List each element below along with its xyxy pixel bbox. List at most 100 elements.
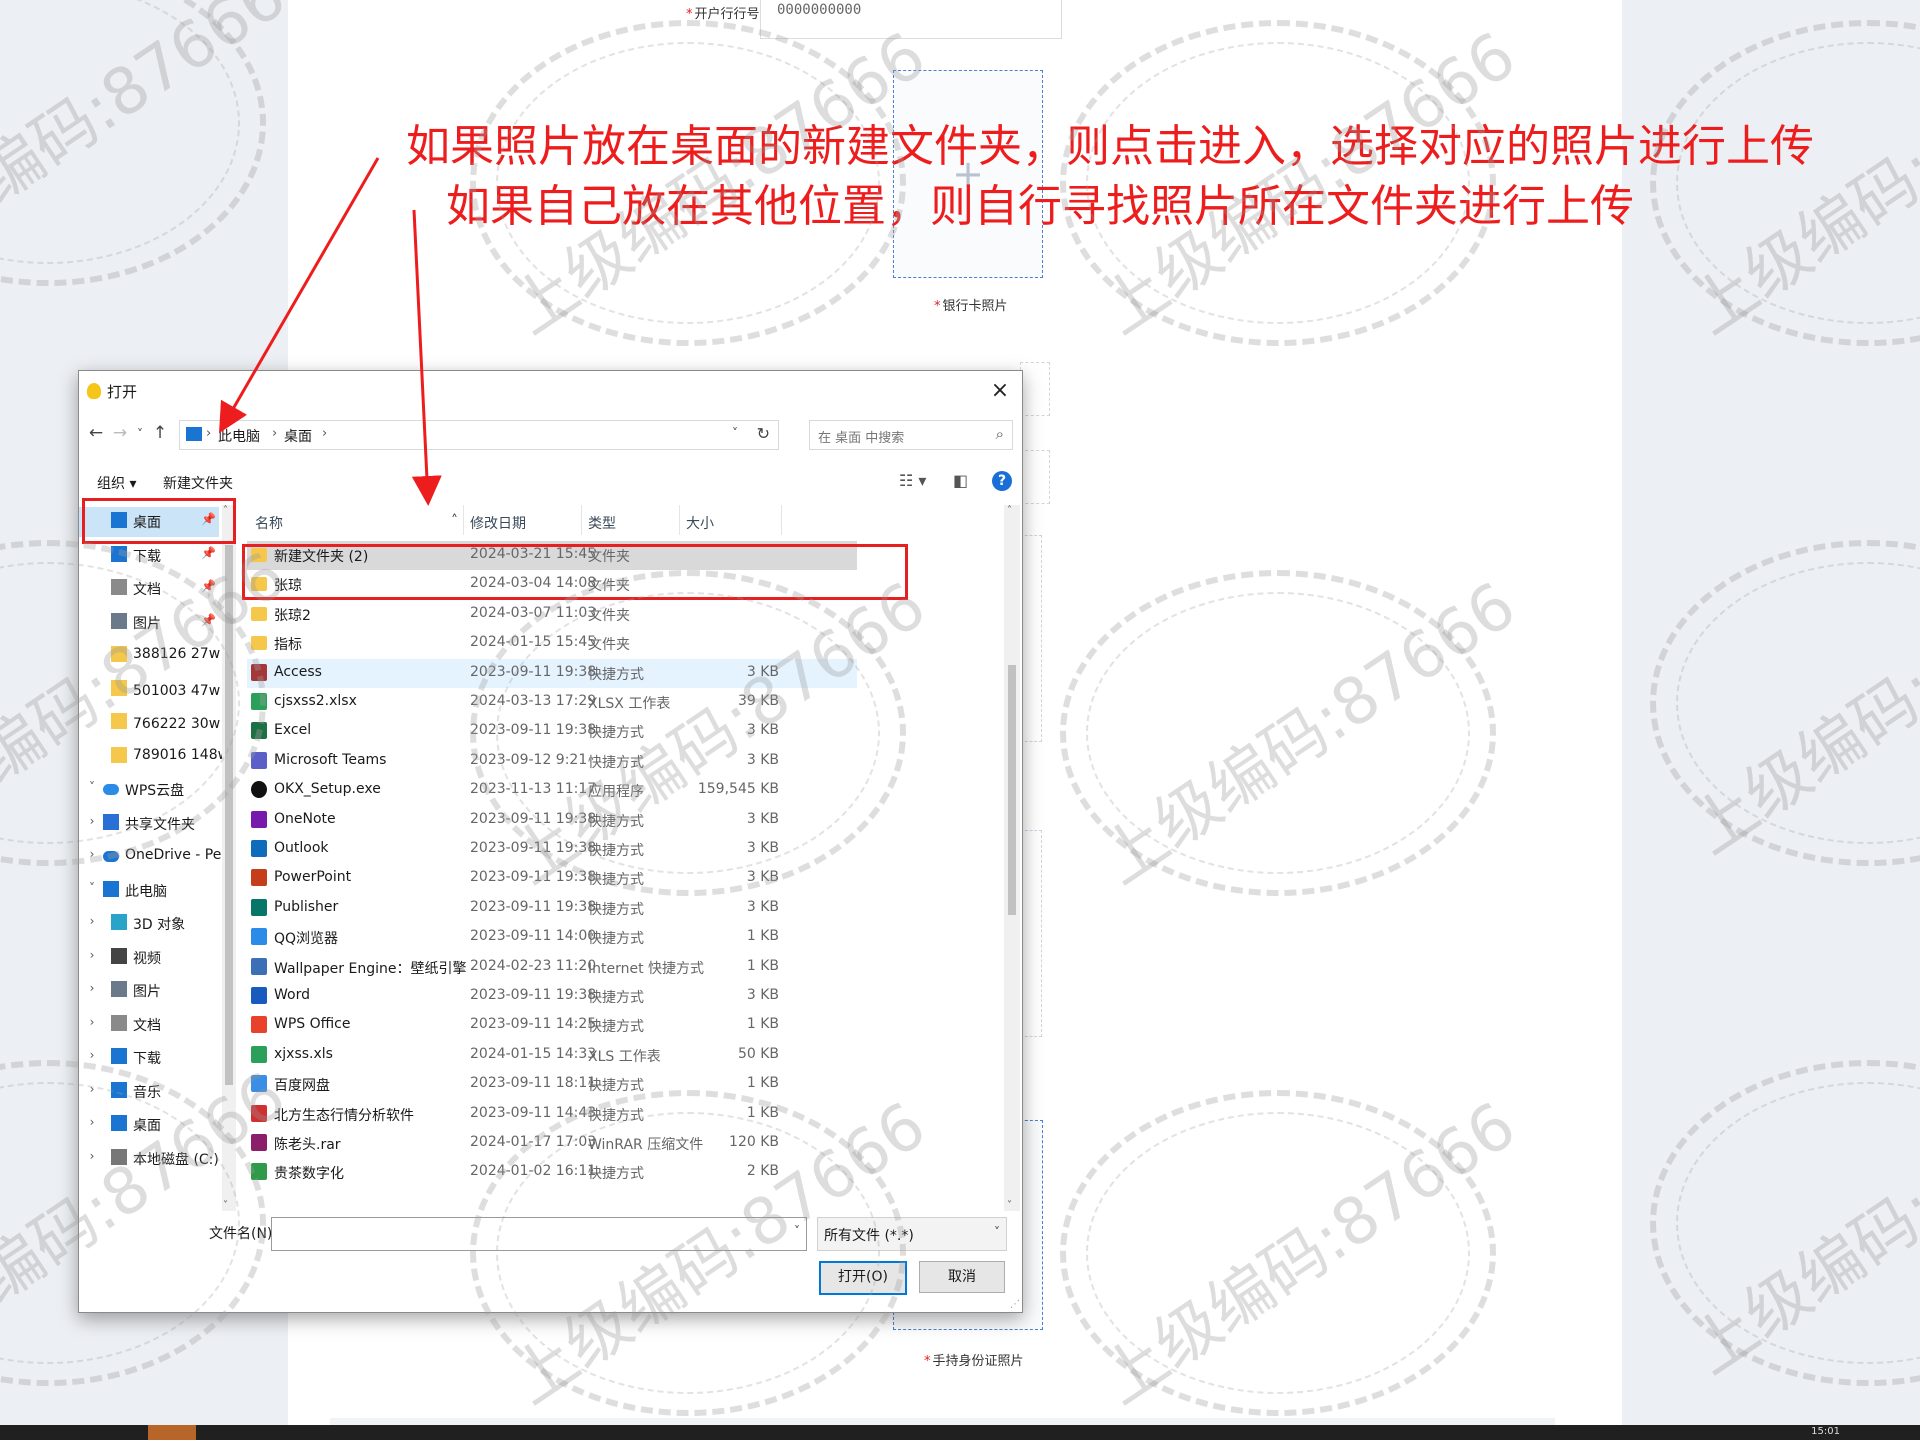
file-row[interactable]: Word 2023-09-11 19:38 快捷方式 3 KB bbox=[247, 982, 857, 1011]
file-name: 张琼2 bbox=[274, 607, 311, 624]
resize-grip-icon[interactable]: ⋰ bbox=[1010, 1299, 1020, 1310]
chevron-icon[interactable]: ˅ bbox=[85, 881, 99, 895]
organize-menu[interactable]: 组织 ▾ bbox=[97, 473, 136, 493]
column-type[interactable]: 类型 bbox=[588, 513, 616, 533]
file-name: Wallpaper Engine：壁纸引擎 bbox=[274, 960, 467, 977]
file-name: QQ浏览器 bbox=[274, 931, 339, 948]
nav-item[interactable]: 388126 27w 1 bbox=[79, 641, 224, 671]
chevron-icon[interactable]: › bbox=[85, 1115, 99, 1129]
chevron-icon[interactable]: › bbox=[85, 948, 99, 962]
file-row[interactable]: 指标 2024-01-15 15:45 文件夹 bbox=[247, 629, 857, 658]
cancel-button[interactable]: 取消 bbox=[919, 1261, 1005, 1293]
annotation-line-1: 如果照片放在桌面的新建文件夹，则点击进入，选择对应的照片进行上传 bbox=[406, 121, 1814, 172]
file-row[interactable]: QQ浏览器 2023-09-11 14:00 快捷方式 1 KB bbox=[247, 923, 857, 952]
file-type: 文件夹 bbox=[588, 607, 630, 624]
chevron-icon[interactable]: › bbox=[85, 814, 99, 828]
file-type-select[interactable]: 所有文件 (*.*) ˅ bbox=[817, 1217, 1007, 1251]
refresh-icon[interactable]: ↻ bbox=[757, 424, 770, 443]
nav-item[interactable]: 789016 148w E bbox=[79, 742, 224, 772]
nav-item[interactable]: 图片 📌 bbox=[79, 608, 219, 638]
nav-item[interactable]: › 共享文件夹 bbox=[79, 809, 219, 839]
file-row[interactable]: 张琼 2024-03-04 14:08 文件夹 bbox=[247, 570, 857, 599]
file-row[interactable]: Publisher 2023-09-11 19:38 快捷方式 3 KB bbox=[247, 894, 857, 923]
dialog-titlebar[interactable]: 打开 × bbox=[79, 371, 1022, 413]
nav-item[interactable]: 文档 📌 bbox=[79, 574, 219, 604]
filename-dropdown-icon[interactable]: ˅ bbox=[794, 1224, 800, 1238]
account-number-field[interactable]: 0000000000 bbox=[760, 0, 1062, 39]
file-row[interactable]: PowerPoint 2023-09-11 19:38 快捷方式 3 KB bbox=[247, 864, 857, 893]
file-row[interactable]: WPS Office 2023-09-11 14:25 快捷方式 1 KB bbox=[247, 1011, 857, 1040]
file-type: 快捷方式 bbox=[588, 1107, 644, 1124]
nav-item[interactable]: › OneDrive - Pers bbox=[79, 842, 224, 872]
file-row[interactable]: 新建文件夹 (2) 2024-03-21 15:45 文件夹 bbox=[247, 541, 857, 570]
column-name[interactable]: 名称 bbox=[255, 513, 283, 533]
video-icon bbox=[111, 947, 127, 964]
breadcrumb-this-pc[interactable]: 此电脑 bbox=[218, 426, 260, 446]
nav-item[interactable]: › 文档 bbox=[79, 1010, 219, 1040]
chevron-icon[interactable]: › bbox=[85, 1149, 99, 1163]
file-row[interactable]: Access 2023-09-11 19:38 快捷方式 3 KB bbox=[247, 658, 857, 688]
forward-arrow-icon[interactable]: → bbox=[109, 423, 131, 443]
open-button[interactable]: 打开(O) bbox=[819, 1261, 907, 1295]
file-row[interactable]: 北方生态行情分析软件 2023-09-11 14:43 快捷方式 1 KB bbox=[247, 1100, 857, 1129]
column-size[interactable]: 大小 bbox=[686, 513, 714, 533]
nav-item[interactable]: 下载 📌 bbox=[79, 541, 219, 571]
help-icon[interactable]: ? bbox=[992, 471, 1012, 491]
file-row[interactable]: OKX_Setup.exe 2023-11-13 11:17 应用程序 159,545… bbox=[247, 776, 857, 805]
breadcrumb-desktop[interactable]: 桌面 bbox=[284, 426, 312, 446]
file-row[interactable]: Excel 2023-09-11 19:38 快捷方式 3 KB bbox=[247, 717, 857, 746]
nav-item[interactable]: 766222 30w 已 bbox=[79, 708, 224, 738]
upload-box-edge bbox=[1020, 535, 1042, 742]
up-arrow-icon[interactable]: ↑ bbox=[149, 423, 171, 443]
nav-item[interactable]: › 下载 bbox=[79, 1043, 219, 1073]
file-list-scrollbar[interactable]: ˄ ˅ bbox=[1004, 505, 1020, 1211]
file-row[interactable]: cjsxss2.xlsx 2024-03-13 17:29 XLSX 工作表 39 K… bbox=[247, 688, 857, 717]
address-bar[interactable]: › 此电脑 › 桌面 › ˅ ↻ bbox=[179, 420, 779, 450]
nav-item[interactable]: › 本地磁盘 (C:) bbox=[79, 1144, 219, 1174]
search-input[interactable]: 在 桌面 中搜索 ⌕ bbox=[809, 420, 1013, 450]
address-dropdown-icon[interactable]: ˅ bbox=[732, 426, 738, 440]
watermark-text: 上级编码:87666 bbox=[1088, 1088, 1529, 1420]
nav-item[interactable]: ˅ WPS云盘 bbox=[79, 775, 219, 805]
chevron-icon[interactable]: ˅ bbox=[85, 780, 99, 794]
pin-icon[interactable]: 📌 bbox=[201, 613, 216, 627]
nav-item[interactable]: › 3D 对象 bbox=[79, 909, 219, 939]
column-date[interactable]: 修改日期 bbox=[470, 513, 526, 533]
pin-icon[interactable]: 📌 bbox=[201, 512, 216, 526]
nav-item-label: 此电脑 bbox=[125, 883, 167, 900]
app-shortcut-icon bbox=[251, 1163, 267, 1181]
preview-pane-icon[interactable]: ◧ bbox=[953, 471, 968, 490]
chevron-icon[interactable]: › bbox=[85, 981, 99, 995]
nav-pane-scrollbar[interactable]: ˄ ˅ bbox=[222, 505, 236, 1211]
back-arrow-icon[interactable]: ← bbox=[85, 423, 107, 443]
file-row[interactable]: 百度网盘 2023-09-11 18:11 快捷方式 1 KB bbox=[247, 1070, 857, 1099]
file-row[interactable]: Outlook 2023-09-11 19:38 快捷方式 3 KB bbox=[247, 835, 857, 864]
file-row[interactable]: Microsoft Teams 2023-09-12 9:21 快捷方式 3 KB bbox=[247, 747, 857, 776]
file-row[interactable]: xjxss.xls 2024-01-15 14:33 XLS 工作表 50 KB bbox=[247, 1041, 857, 1070]
nav-item[interactable]: › 视频 bbox=[79, 943, 219, 973]
view-options-icon[interactable]: ☷ ▾ bbox=[899, 471, 926, 490]
nav-item[interactable]: › 桌面 bbox=[79, 1110, 219, 1140]
chevron-icon[interactable]: › bbox=[85, 914, 99, 928]
chevron-icon[interactable]: › bbox=[85, 1048, 99, 1062]
nav-item[interactable]: ˅ 此电脑 bbox=[79, 876, 219, 906]
nav-item[interactable]: › 音乐 bbox=[79, 1077, 219, 1107]
chevron-icon[interactable]: › bbox=[85, 1082, 99, 1096]
file-row[interactable]: Wallpaper Engine：壁纸引擎 2024-02-23 11:20 Int… bbox=[247, 953, 857, 982]
new-folder-button[interactable]: 新建文件夹 bbox=[163, 473, 233, 493]
pin-icon[interactable]: 📌 bbox=[201, 546, 216, 560]
recent-locations-icon[interactable]: ˅ bbox=[129, 427, 151, 441]
taskbar-app-icon[interactable] bbox=[148, 1425, 196, 1440]
nav-item[interactable]: 501003 47w 已 bbox=[79, 675, 224, 705]
pin-icon[interactable]: 📌 bbox=[201, 579, 216, 593]
filename-input[interactable]: ˅ bbox=[271, 1217, 807, 1251]
file-row[interactable]: OneNote 2023-09-11 19:38 快捷方式 3 KB bbox=[247, 806, 857, 835]
file-row[interactable]: 陈老头.rar 2024-01-17 17:03 WinRAR 压缩文件 120 KB bbox=[247, 1129, 857, 1158]
nav-item[interactable]: 桌面 📌 bbox=[79, 507, 219, 537]
file-row[interactable]: 贵茶数字化 2024-01-02 16:11 快捷方式 2 KB bbox=[247, 1158, 857, 1187]
chevron-icon[interactable]: › bbox=[85, 847, 99, 861]
chevron-icon[interactable]: › bbox=[85, 1015, 99, 1029]
close-icon[interactable]: × bbox=[986, 377, 1014, 405]
file-row[interactable]: 张琼2 2024-03-07 11:03 文件夹 bbox=[247, 600, 857, 629]
nav-item[interactable]: › 图片 bbox=[79, 976, 219, 1006]
